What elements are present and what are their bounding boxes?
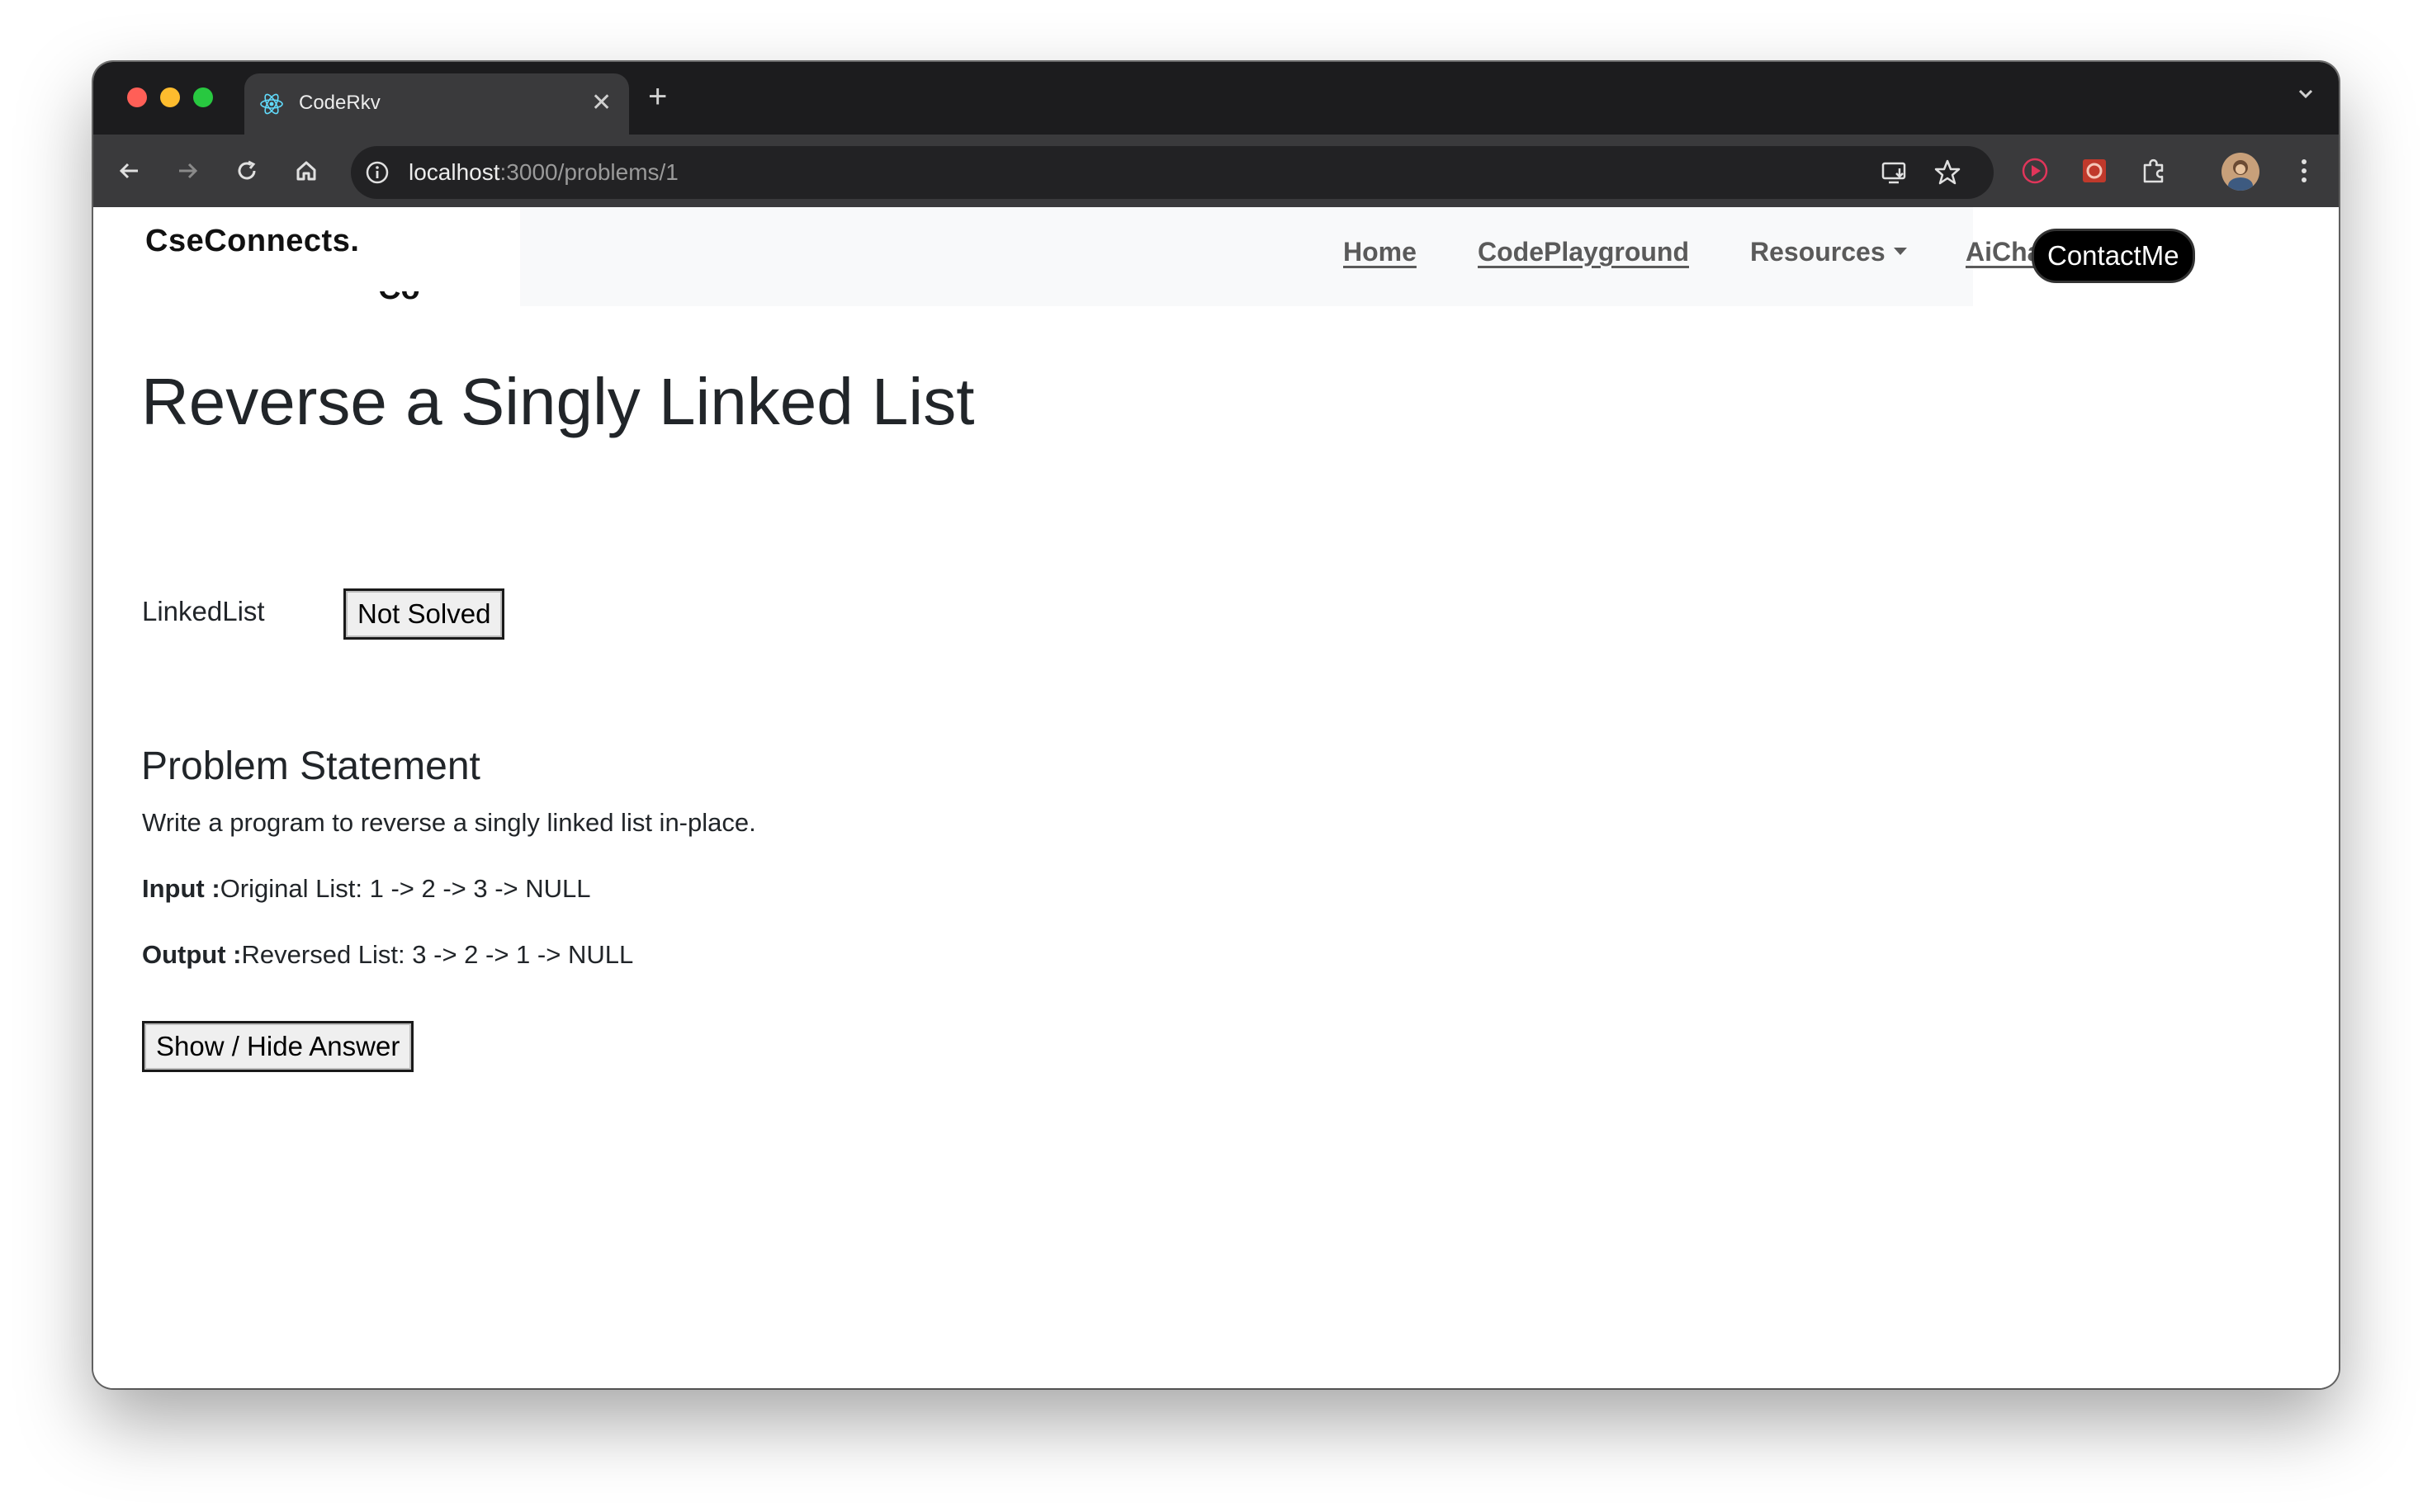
info-icon[interactable] bbox=[364, 159, 390, 186]
section-heading: Problem Statement bbox=[141, 744, 480, 788]
page-title: Reverse a Singly Linked List bbox=[141, 365, 975, 438]
puzzle-icon[interactable] bbox=[2136, 153, 2172, 189]
record-extension-icon[interactable] bbox=[2017, 153, 2053, 189]
nav-playground-link[interactable]: CodePlayground bbox=[1478, 237, 1689, 267]
brand-overflow-text: Co bbox=[378, 291, 444, 300]
reload-icon[interactable] bbox=[229, 153, 265, 189]
tab-title: CodeRkv bbox=[299, 92, 381, 114]
brand-logo[interactable]: CseConnects. bbox=[145, 224, 359, 259]
problem-statement: Write a program to reverse a singly link… bbox=[142, 808, 756, 837]
tab-strip: CodeRkv ✕ + bbox=[93, 62, 2339, 135]
close-window-button[interactable] bbox=[127, 87, 147, 107]
nav-home-link[interactable]: Home bbox=[1343, 237, 1417, 267]
nav-resources-label: Resources bbox=[1750, 237, 1886, 267]
home-icon[interactable] bbox=[288, 153, 324, 189]
page-viewport: Home CodePlayground Resources AiChatbot … bbox=[93, 207, 2339, 1388]
react-atom-icon bbox=[260, 93, 283, 115]
output-value: Reversed List: 3 -> 2 -> 1 -> NULL bbox=[241, 940, 634, 969]
topic-tag: LinkedList bbox=[142, 596, 265, 626]
input-label: Input : bbox=[142, 874, 220, 903]
url-text: localhost:3000/problems/1 bbox=[409, 159, 679, 185]
chevron-down-icon[interactable] bbox=[2294, 82, 2317, 105]
star-icon[interactable] bbox=[1933, 158, 1962, 187]
browser-toolbar: localhost:3000/problems/1 bbox=[93, 135, 2339, 207]
install-app-icon[interactable] bbox=[1880, 158, 1909, 187]
input-value: Original List: 1 -> 2 -> 3 -> NULL bbox=[220, 874, 591, 903]
maximize-window-button[interactable] bbox=[193, 87, 213, 107]
arrow-right-icon[interactable] bbox=[169, 153, 206, 189]
avatar[interactable] bbox=[2221, 153, 2259, 191]
browser-window: CodeRkv ✕ + localhost:3000/problems/1 Ho… bbox=[93, 62, 2339, 1388]
caret-down-icon bbox=[1893, 248, 1907, 256]
kebab-menu-icon[interactable] bbox=[2286, 153, 2322, 189]
output-label: Output : bbox=[142, 940, 242, 969]
extension-badge-icon[interactable] bbox=[2076, 153, 2113, 189]
show-hide-answer-button[interactable]: Show / Hide Answer bbox=[142, 1021, 414, 1072]
browser-tab[interactable]: CodeRkv ✕ bbox=[244, 73, 629, 135]
arrow-left-icon[interactable] bbox=[111, 153, 148, 189]
address-bar[interactable]: localhost:3000/problems/1 bbox=[351, 146, 1994, 199]
output-example: Output :Reversed List: 3 -> 2 -> 1 -> NU… bbox=[142, 940, 633, 970]
minimize-window-button[interactable] bbox=[160, 87, 180, 107]
navbar: Home CodePlayground Resources AiChatbot bbox=[520, 207, 2092, 306]
input-example: Input :Original List: 1 -> 2 -> 3 -> NUL… bbox=[142, 874, 591, 904]
contact-button[interactable]: ContactMe bbox=[2032, 229, 2195, 283]
close-icon[interactable]: ✕ bbox=[591, 88, 612, 118]
plus-icon[interactable]: + bbox=[648, 78, 667, 115]
nav-resources-dropdown[interactable]: Resources bbox=[1750, 237, 1907, 267]
status-button[interactable]: Not Solved bbox=[343, 588, 505, 640]
